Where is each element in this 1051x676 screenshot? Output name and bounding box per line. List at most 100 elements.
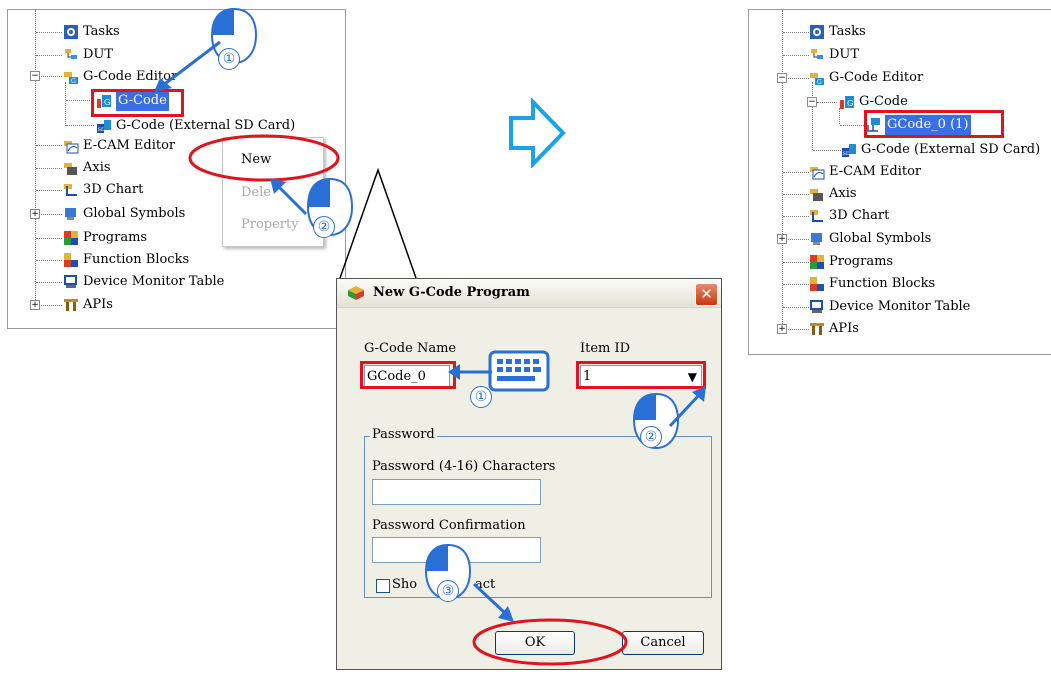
tree-item-label: Function Blocks: [83, 252, 190, 267]
svg-text:SD: SD: [98, 127, 105, 133]
tree-item-label: E-CAM Editor: [83, 138, 176, 153]
expand-toggle[interactable]: +: [30, 209, 40, 219]
tree-item-label: G-Code (External SD Card): [861, 142, 1041, 157]
tree-line: [839, 108, 840, 124]
close-button[interactable]: ✕: [695, 283, 718, 306]
tree-line: [36, 238, 62, 239]
axis-icon: [810, 189, 823, 201]
tree-item-label: APIs: [829, 321, 859, 336]
dialog-titlebar[interactable]: New G-Code Program ✕: [337, 279, 721, 308]
tree-line: [812, 82, 813, 150]
expand-toggle[interactable]: +: [30, 300, 40, 310]
collapse-toggle[interactable]: −: [807, 97, 817, 107]
tree-line: [782, 10, 783, 330]
show-text-checkbox[interactable]: [376, 579, 390, 593]
tree-item-label: Axis: [829, 186, 857, 201]
collapse-toggle[interactable]: −: [30, 71, 40, 81]
tree-item-label: E-CAM Editor: [829, 164, 922, 179]
svg-text:G: G: [71, 78, 76, 85]
function-blocks-icon: [810, 277, 824, 291]
new-program-highlight: [864, 110, 1004, 138]
apis-icon: [64, 299, 78, 311]
svg-text:G: G: [817, 79, 822, 86]
tree-line: [783, 172, 809, 173]
tree-line: [36, 32, 62, 33]
cancel-button[interactable]: Cancel: [622, 631, 704, 655]
tree-line: [783, 55, 809, 56]
tree-line: [788, 329, 809, 330]
tree-item-label: Tasks: [83, 24, 120, 39]
gcode-editor-icon: G: [810, 73, 824, 86]
global-symbols-icon: [811, 233, 822, 245]
tree-item-label: G-Code: [859, 94, 908, 109]
device-monitor-icon: [64, 275, 77, 288]
tasks-icon: [810, 25, 824, 39]
arrow-icon: [154, 40, 221, 92]
step-1-badge: ①: [470, 386, 492, 408]
step-2-badge: ②: [640, 426, 662, 448]
svg-text:G: G: [847, 99, 853, 108]
axis-icon: [64, 163, 77, 175]
tree-line: [783, 216, 809, 217]
item-id-label: Item ID: [580, 341, 631, 356]
tree-item-label: APIs: [83, 297, 113, 312]
dut-icon: [811, 49, 823, 59]
gcode-icon: G: [840, 96, 854, 109]
expand-toggle[interactable]: +: [777, 324, 787, 334]
tree-line: [65, 82, 66, 126]
gcode-name-highlight: [360, 361, 456, 389]
password-group-label: Password: [370, 427, 437, 442]
tree-line: [66, 100, 94, 101]
app-icon: [348, 286, 364, 300]
gcode-editor-icon: G: [64, 72, 78, 85]
function-blocks-icon: [64, 253, 78, 267]
collapse-toggle[interactable]: −: [777, 73, 787, 83]
tree-item-label: Global Symbols: [83, 206, 186, 221]
arrow-icon: [472, 582, 514, 622]
tree-item-label: Programs: [83, 230, 148, 245]
apis-icon: [810, 323, 824, 335]
tree-line: [840, 125, 864, 126]
chart-3d-icon: [810, 210, 823, 222]
sd-card-icon: SD: [842, 144, 856, 157]
tree-line: [41, 214, 62, 215]
tree-item-label: 3D Chart: [829, 208, 890, 223]
ecam-editor-icon: [810, 167, 825, 180]
gcode-name-label: G-Code Name: [364, 341, 457, 356]
tree-line: [783, 307, 809, 308]
right-arrow-icon: [509, 98, 566, 168]
tree-item-label: Tasks: [829, 24, 866, 39]
sd-card-icon: SD: [97, 120, 111, 133]
tree-item-label: Device Monitor Table: [83, 274, 225, 289]
expand-toggle[interactable]: +: [777, 234, 787, 244]
tree-line: [783, 284, 809, 285]
svg-text:SD: SD: [843, 151, 850, 157]
password-input[interactable]: [372, 479, 541, 505]
tree-line: [788, 78, 809, 79]
tree-line: [36, 55, 62, 56]
new-gcode-dialog: New G-Code Program ✕ G-Code Name GCode_0…: [336, 278, 722, 670]
tree-line: [41, 305, 62, 306]
tree-item-label: DUT: [829, 47, 860, 62]
callout-pointer: [339, 168, 417, 279]
programs-icon: [810, 255, 824, 269]
tree-line: [783, 194, 809, 195]
tree-item-label: Axis: [83, 160, 111, 175]
arrow-icon: [668, 386, 706, 428]
tree-line: [36, 168, 62, 169]
device-monitor-icon: [810, 300, 823, 313]
password-confirm-label: Password Confirmation: [372, 518, 526, 533]
tree-item-label: Function Blocks: [829, 276, 936, 291]
tree-item-label: DUT: [83, 47, 114, 62]
global-symbols-icon: [65, 208, 76, 220]
tree-line: [36, 190, 62, 191]
password-label: Password (4-16) Characters: [372, 459, 556, 474]
tree-line: [813, 150, 841, 151]
project-tree-after: − − + + Tasks DUT G G-Code Editor G G-Co…: [748, 9, 1051, 355]
tree-item-label: G-Code Editor: [829, 70, 924, 85]
tree-item-label: 3D Chart: [83, 182, 144, 197]
tree-line: [36, 282, 62, 283]
tree-item-label: Device Monitor Table: [829, 299, 971, 314]
tree-line: [66, 125, 94, 126]
keyboard-icon: [488, 350, 550, 392]
